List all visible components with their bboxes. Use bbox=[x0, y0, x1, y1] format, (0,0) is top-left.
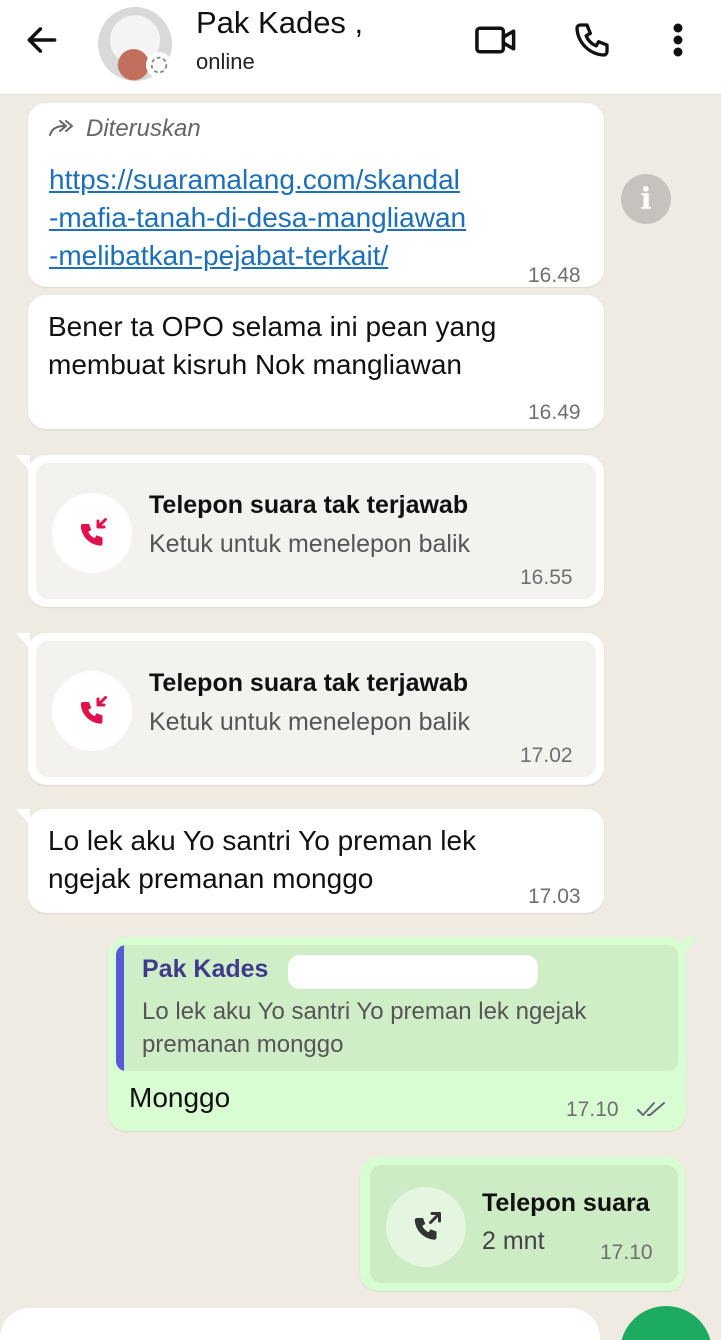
outgoing-call-icon bbox=[414, 1212, 441, 1240]
missed-call-icon-wrap bbox=[52, 671, 132, 751]
message-line: ngejak premanan monggo bbox=[48, 863, 374, 894]
message-time: 16.48 bbox=[528, 264, 581, 287]
call-duration: 2 mnt bbox=[482, 1227, 545, 1255]
missed-call-icon bbox=[80, 696, 107, 724]
message-bubble-text[interactable]: Bener ta OPO selama ini pean yang membua… bbox=[28, 295, 604, 429]
message-link[interactable]: https://suaramalang.com/skandal -mafia-t… bbox=[49, 161, 466, 275]
call-title: Telepon suara bbox=[482, 1189, 650, 1217]
quoted-message[interactable]: Pak Kades Lo lek aku Yo santri Yo preman… bbox=[116, 945, 678, 1071]
message-time: 17.10 bbox=[600, 1241, 653, 1264]
message-text: Bener ta OPO selama ini pean yang membua… bbox=[48, 308, 496, 384]
missed-call-card[interactable]: Telepon suara tak terjawab Ketuk untuk m… bbox=[36, 463, 596, 599]
message-text: Monggo bbox=[129, 1082, 231, 1113]
message-line: membuat kisruh Nok mangliawan bbox=[48, 349, 462, 380]
forwarded-text: Diteruskan bbox=[86, 115, 201, 142]
link-line: -melibatkan-pejabat-terkait/ bbox=[49, 240, 389, 271]
message-time: 17.02 bbox=[520, 744, 573, 767]
message-bubble-text[interactable]: Lo lek aku Yo santri Yo preman lek ngeja… bbox=[16, 809, 604, 913]
more-options-button[interactable] bbox=[660, 16, 696, 64]
arrow-left-icon bbox=[27, 27, 57, 53]
missed-call-icon bbox=[80, 518, 107, 546]
chat-area[interactable]: Diteruskan https://suaramalang.com/skand… bbox=[0, 95, 721, 1340]
message-time: 17.10 bbox=[566, 1098, 619, 1121]
voice-call-card[interactable]: Telepon suara 2 mnt 17.10 bbox=[370, 1165, 678, 1283]
contact-status: online bbox=[196, 49, 255, 74]
link-line: https://suaramalang.com/skandal bbox=[49, 164, 460, 195]
voice-call-button[interactable] bbox=[564, 16, 620, 64]
outgoing-call-icon-wrap bbox=[386, 1187, 466, 1267]
call-subtitle: Ketuk untuk menelepon balik bbox=[149, 708, 471, 736]
status-ring-icon bbox=[146, 52, 172, 78]
missed-call-card[interactable]: Telepon suara tak terjawab Ketuk untuk m… bbox=[36, 641, 596, 777]
video-call-button[interactable] bbox=[468, 16, 524, 64]
video-camera-icon bbox=[475, 26, 516, 54]
message-line: Lo lek aku Yo santri Yo preman lek bbox=[48, 825, 477, 856]
forward-icon bbox=[49, 120, 73, 136]
back-button[interactable] bbox=[14, 18, 70, 62]
message-bubble-forwarded[interactable]: Diteruskan https://suaramalang.com/skand… bbox=[28, 103, 604, 287]
contact-name[interactable]: Pak Kades , bbox=[196, 5, 363, 41]
message-composer[interactable] bbox=[0, 1308, 600, 1340]
message-time: 16.55 bbox=[520, 566, 573, 589]
message-time: 17.03 bbox=[528, 885, 581, 908]
message-line: Bener ta OPO selama ini pean yang bbox=[48, 311, 497, 342]
quote-text: Lo lek aku Yo santri Yo preman lek ngeja… bbox=[142, 998, 587, 1058]
message-text: Lo lek aku Yo santri Yo preman lek ngeja… bbox=[48, 822, 476, 898]
call-subtitle: Ketuk untuk menelepon balik bbox=[149, 530, 471, 558]
call-title: Telepon suara tak terjawab bbox=[149, 669, 469, 697]
link-line: -mafia-tanah-di-desa-mangliawan bbox=[49, 202, 467, 233]
phone-icon bbox=[575, 23, 609, 57]
forwarded-label: Diteruskan bbox=[48, 115, 201, 143]
redaction-block bbox=[288, 955, 538, 989]
missed-call-icon-wrap bbox=[52, 493, 132, 573]
quote-accent-bar bbox=[116, 945, 124, 1071]
message-bubble-voice-call[interactable]: Telepon suara 2 mnt 17.10 bbox=[360, 1157, 685, 1291]
message-bubble-missed-call[interactable]: Telepon suara tak terjawab Ketuk untuk m… bbox=[16, 633, 604, 785]
info-icon[interactable]: i bbox=[621, 174, 671, 224]
message-bubble-missed-call[interactable]: Telepon suara tak terjawab Ketuk untuk m… bbox=[16, 455, 604, 607]
quote-author: Pak Kades bbox=[142, 955, 269, 983]
call-title: Telepon suara tak terjawab bbox=[149, 491, 469, 519]
more-vertical-icon bbox=[673, 23, 683, 57]
message-bubble-reply[interactable]: Pak Kades Lo lek aku Yo santri Yo preman… bbox=[108, 937, 698, 1131]
double-check-icon bbox=[637, 1102, 665, 1116]
message-time: 16.49 bbox=[528, 401, 581, 424]
chat-header: Pak Kades , online bbox=[0, 0, 721, 95]
